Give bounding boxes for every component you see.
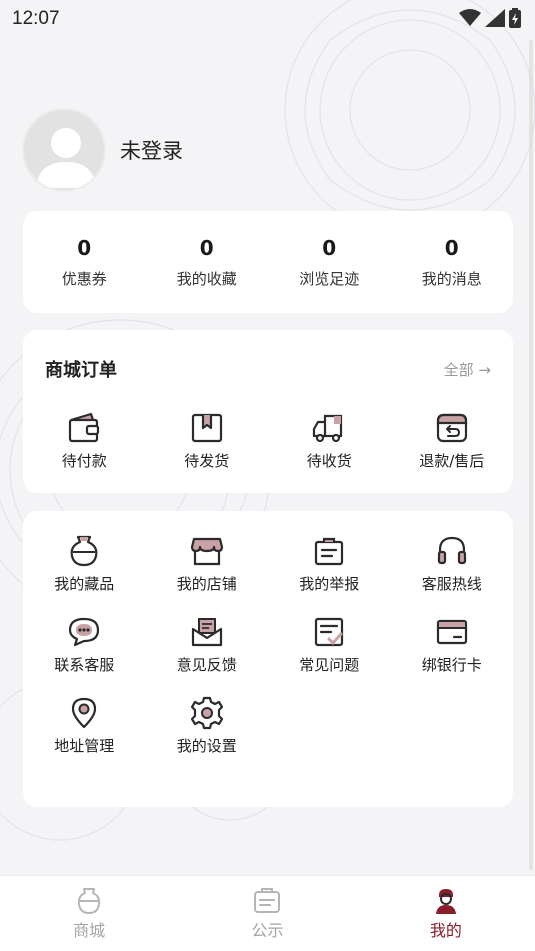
orders-header: 商城订单 全部 → bbox=[45, 356, 491, 382]
tab-label: 商城 bbox=[73, 920, 106, 940]
stats-card: 0 优惠券 0 我的收藏 0 浏览足迹 0 我的消息 bbox=[23, 211, 513, 313]
service-label: 我的店铺 bbox=[176, 575, 237, 593]
scrollbar[interactable] bbox=[529, 40, 533, 870]
shop-icon bbox=[189, 533, 225, 569]
headset-icon bbox=[434, 533, 470, 569]
settings-icon bbox=[189, 695, 225, 731]
truck-icon bbox=[311, 410, 347, 446]
service-contact-support[interactable]: 联系客服 bbox=[23, 614, 146, 675]
mall-icon bbox=[78, 887, 101, 914]
orders-card: 商城订单 全部 → 待付款 待发货 待收货 退款/售后 bbox=[23, 330, 513, 493]
status-time: 12:07 bbox=[12, 8, 60, 29]
service-label: 绑银行卡 bbox=[421, 656, 482, 674]
service-my-settings[interactable]: 我的设置 bbox=[146, 695, 269, 756]
order-refund[interactable]: 退款/售后 bbox=[391, 410, 514, 471]
report-icon bbox=[311, 533, 347, 569]
package-icon bbox=[189, 410, 225, 446]
profile-header[interactable]: 未登录 bbox=[22, 108, 183, 192]
orders-grid: 待付款 待发货 待收货 退款/售后 bbox=[23, 410, 513, 471]
services-grid: 我的藏品 我的店铺 我的举报 客服热线 联系客服 意见反馈 常见问题 绑银行卡 … bbox=[23, 533, 513, 756]
service-my-collection[interactable]: 我的藏品 bbox=[23, 533, 146, 594]
bottom-tab-bar: 商城 公示 我的 bbox=[0, 875, 535, 951]
tab-mine[interactable]: 我的 bbox=[357, 876, 535, 951]
status-bar: 12:07 bbox=[0, 0, 535, 38]
order-pending-payment[interactable]: 待付款 bbox=[23, 410, 146, 471]
service-my-shop[interactable]: 我的店铺 bbox=[146, 533, 269, 594]
stat-favorites[interactable]: 0 我的收藏 bbox=[146, 211, 269, 313]
wallet-icon bbox=[66, 410, 102, 446]
orders-all-link[interactable]: 全部 → bbox=[444, 359, 491, 380]
avatar[interactable] bbox=[22, 108, 106, 192]
service-label: 我的设置 bbox=[176, 737, 237, 755]
order-label: 退款/售后 bbox=[419, 452, 485, 470]
chat-icon bbox=[66, 614, 102, 650]
stat-value: 0 bbox=[199, 235, 214, 260]
refund-icon bbox=[434, 410, 470, 446]
profile-icon bbox=[435, 888, 456, 914]
service-label: 地址管理 bbox=[54, 737, 115, 755]
service-label: 我的举报 bbox=[299, 575, 360, 593]
tab-label: 我的 bbox=[429, 920, 462, 940]
service-feedback[interactable]: 意见反馈 bbox=[146, 614, 269, 675]
tab-label: 公示 bbox=[251, 920, 284, 940]
service-label: 常见问题 bbox=[299, 656, 360, 674]
service-faq[interactable]: 常见问题 bbox=[268, 614, 391, 675]
vase-icon bbox=[66, 533, 102, 569]
service-address-management[interactable]: 地址管理 bbox=[23, 695, 146, 756]
notice-icon bbox=[254, 887, 281, 913]
location-icon bbox=[66, 695, 102, 731]
tab-notice[interactable]: 公示 bbox=[178, 876, 356, 951]
stat-history[interactable]: 0 浏览足迹 bbox=[268, 211, 391, 313]
stat-coupons[interactable]: 0 优惠券 bbox=[23, 211, 146, 313]
battery-charging-icon bbox=[509, 8, 521, 28]
stat-value: 0 bbox=[444, 235, 459, 260]
stat-label: 我的收藏 bbox=[176, 269, 237, 288]
order-pending-receipt[interactable]: 待收货 bbox=[268, 410, 391, 471]
stat-label: 浏览足迹 bbox=[299, 269, 360, 288]
feedback-icon bbox=[189, 614, 225, 650]
order-label: 待发货 bbox=[184, 452, 230, 470]
stat-label: 我的消息 bbox=[421, 269, 482, 288]
service-hotline[interactable]: 客服热线 bbox=[391, 533, 514, 594]
service-label: 我的藏品 bbox=[54, 575, 115, 593]
tab-mall[interactable]: 商城 bbox=[0, 876, 178, 951]
services-card: 我的藏品 我的店铺 我的举报 客服热线 联系客服 意见反馈 常见问题 绑银行卡 … bbox=[23, 511, 513, 807]
service-label: 意见反馈 bbox=[176, 656, 237, 674]
orders-title: 商城订单 bbox=[45, 360, 117, 381]
bank-card-icon bbox=[434, 614, 470, 650]
faq-icon bbox=[311, 614, 347, 650]
order-label: 待收货 bbox=[306, 452, 352, 470]
stat-messages[interactable]: 0 我的消息 bbox=[391, 211, 514, 313]
cellular-signal-icon bbox=[485, 9, 505, 27]
order-pending-shipment[interactable]: 待发货 bbox=[146, 410, 269, 471]
wifi-icon bbox=[459, 9, 481, 26]
stat-label: 优惠券 bbox=[61, 269, 107, 288]
stat-value: 0 bbox=[322, 235, 337, 260]
stat-value: 0 bbox=[77, 235, 92, 260]
order-label: 待付款 bbox=[61, 452, 107, 470]
service-my-reports[interactable]: 我的举报 bbox=[268, 533, 391, 594]
login-status-label[interactable]: 未登录 bbox=[120, 135, 183, 165]
service-label: 客服热线 bbox=[421, 575, 482, 593]
service-label: 联系客服 bbox=[54, 656, 115, 674]
service-bind-bank-card[interactable]: 绑银行卡 bbox=[391, 614, 514, 675]
default-avatar-icon bbox=[24, 110, 104, 190]
status-icons bbox=[459, 8, 521, 28]
